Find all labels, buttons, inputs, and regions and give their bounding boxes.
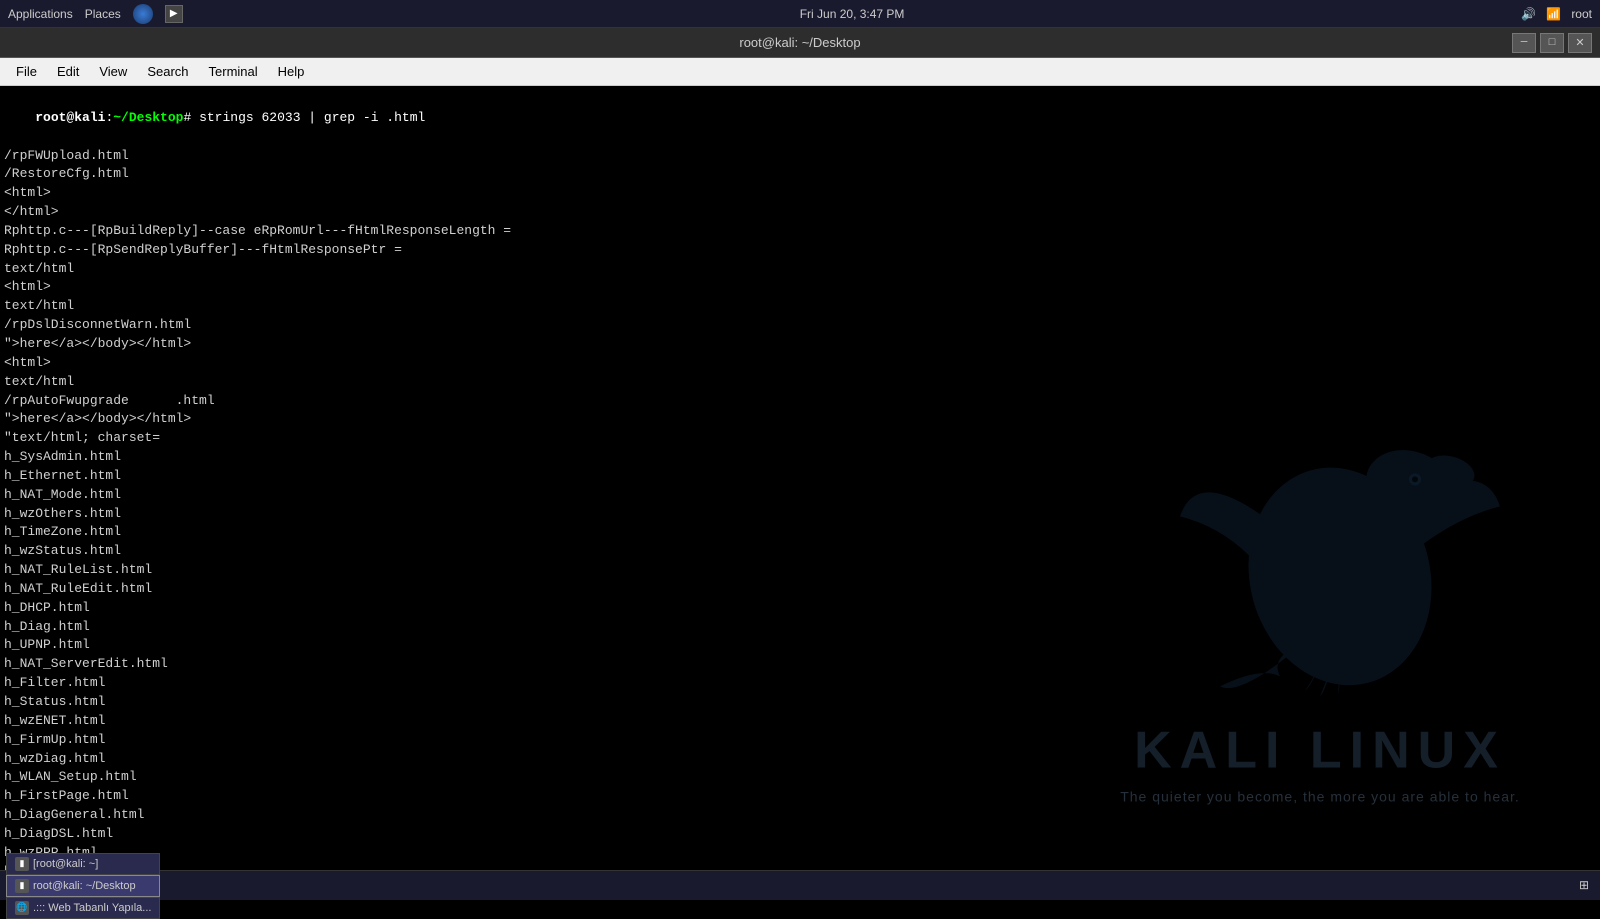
terminal-menu-bar: FileEditViewSearch TerminalHelp — [0, 58, 1600, 86]
datetime-display: Fri Jun 20, 3:47 PM — [800, 7, 905, 21]
term-line-25: h_Diag.html — [0, 618, 1600, 637]
term-line-29: h_Status.html — [0, 693, 1600, 712]
menu-item-search[interactable]: Search — [139, 62, 196, 81]
terminal-taskbar-icon: ▮ — [15, 879, 29, 893]
term-line-34: h_FirstPage.html — [0, 787, 1600, 806]
prompt-path: ~/Desktop — [113, 110, 183, 125]
menu-item-view[interactable]: View — [91, 62, 135, 81]
term-line-18: h_NAT_Mode.html — [0, 486, 1600, 505]
taskbar-item-label-2: .::: Web Tabanlı Yapıla... — [33, 902, 151, 914]
term-line-31: h_FirmUp.html — [0, 731, 1600, 750]
taskbar-item-1[interactable]: ▮ root@kali: ~/Desktop — [6, 875, 160, 897]
term-line-1: /RestoreCfg.html — [0, 165, 1600, 184]
taskbar: ▮[root@kali: ~]▮root@kali: ~/Desktop🌐.::… — [0, 870, 1600, 900]
term-line-35: h_DiagGeneral.html — [0, 806, 1600, 825]
term-line-32: h_wzDiag.html — [0, 750, 1600, 769]
term-line-8: text/html — [0, 297, 1600, 316]
term-line-21: h_wzStatus.html — [0, 542, 1600, 561]
term-line-0: /rpFWUpload.html — [0, 147, 1600, 166]
term-line-6: text/html — [0, 260, 1600, 279]
term-line-13: /rpAutoFwupgrade .html — [0, 392, 1600, 411]
taskbar-item-label-1: root@kali: ~/Desktop — [33, 880, 136, 892]
term-line-4: Rphttp.c---[RpBuildReply]--case eRpRomUr… — [0, 222, 1600, 241]
applications-menu[interactable]: Applications — [8, 7, 73, 21]
term-line-2: <html> — [0, 184, 1600, 203]
term-line-7: <html> — [0, 278, 1600, 297]
terminal-title-text: root@kali: ~/Desktop — [739, 35, 860, 50]
term-line-36: h_DiagDSL.html — [0, 825, 1600, 844]
term-line-26: h_UPNP.html — [0, 636, 1600, 655]
window-controls: ─ □ ✕ — [1512, 33, 1592, 53]
term-line-11: <html> — [0, 354, 1600, 373]
volume-icon[interactable]: 🔊 — [1521, 7, 1536, 21]
prompt-user: root@kali — [35, 110, 105, 125]
global-top-bar: Applications Places ▶ Fri Jun 20, 3:47 P… — [0, 0, 1600, 28]
term-line-27: h_NAT_ServerEdit.html — [0, 655, 1600, 674]
top-bar-right: 🔊 📶 root — [1521, 7, 1592, 21]
taskbar-items: ▮[root@kali: ~]▮root@kali: ~/Desktop🌐.::… — [6, 853, 160, 919]
term-line-15: "text/html; charset= — [0, 429, 1600, 448]
term-line-38: h_wzPPPOE.html — [0, 863, 1600, 870]
term-line-22: h_NAT_RuleList.html — [0, 561, 1600, 580]
term-line-9: /rpDslDisconnetWarn.html — [0, 316, 1600, 335]
terminal-title-bar: root@kali: ~/Desktop ─ □ ✕ — [0, 28, 1600, 58]
term-line-33: h_WLAN_Setup.html — [0, 768, 1600, 787]
term-line-16: h_SysAdmin.html — [0, 448, 1600, 467]
term-line-3: </html> — [0, 203, 1600, 222]
taskbar-item-0[interactable]: ▮ [root@kali: ~] — [6, 853, 160, 875]
term-line-14: ">here</a></body></html> — [0, 410, 1600, 429]
menu-item-edit[interactable]: Edit — [49, 62, 87, 81]
terminal-content[interactable]: root@kali:~/Desktop# strings 62033 | gre… — [0, 86, 1600, 870]
term-line-23: h_NAT_RuleEdit.html — [0, 580, 1600, 599]
browser-taskbar-icon: 🌐 — [15, 901, 29, 915]
term-line-20: h_TimeZone.html — [0, 523, 1600, 542]
term-line-10: ">here</a></body></html> — [0, 335, 1600, 354]
term-line-12: text/html — [0, 373, 1600, 392]
term-line-19: h_wzOthers.html — [0, 505, 1600, 524]
menu-item-help[interactable]: Help — [270, 62, 313, 81]
command-text: strings 62033 | grep -i .html — [199, 110, 425, 125]
places-menu[interactable]: Places — [85, 7, 121, 21]
kali-icon — [133, 4, 153, 24]
term-line-37: h_wzPPP.html — [0, 844, 1600, 863]
close-button[interactable]: ✕ — [1568, 33, 1592, 53]
user-label[interactable]: root — [1571, 7, 1592, 21]
maximize-button[interactable]: □ — [1540, 33, 1564, 53]
prompt-hash: # — [183, 110, 199, 125]
minimize-button[interactable]: ─ — [1512, 33, 1536, 53]
taskbar-grid-icon[interactable]: ⊞ — [1574, 876, 1594, 896]
top-bar-left: Applications Places ▶ — [8, 4, 183, 24]
term-line-5: Rphttp.c---[RpSendReplyBuffer]---fHtmlRe… — [0, 241, 1600, 260]
menu-item-terminal[interactable]: Terminal — [201, 62, 266, 81]
taskbar-right: ⊞ — [1574, 876, 1594, 896]
terminal-taskbar-icon: ▮ — [15, 857, 29, 871]
terminal-launch-icon[interactable]: ▶ — [165, 5, 183, 23]
terminal-output: /rpFWUpload.html/RestoreCfg.html<html></… — [0, 147, 1600, 870]
term-line-17: h_Ethernet.html — [0, 467, 1600, 486]
term-line-30: h_wzENET.html — [0, 712, 1600, 731]
taskbar-item-label-0: [root@kali: ~] — [33, 858, 98, 870]
term-line-24: h_DHCP.html — [0, 599, 1600, 618]
menu-item-file[interactable]: File — [8, 62, 45, 81]
network-icon[interactable]: 📶 — [1546, 7, 1561, 21]
command-prompt-line: root@kali:~/Desktop# strings 62033 | gre… — [0, 90, 1600, 147]
term-line-28: h_Filter.html — [0, 674, 1600, 693]
